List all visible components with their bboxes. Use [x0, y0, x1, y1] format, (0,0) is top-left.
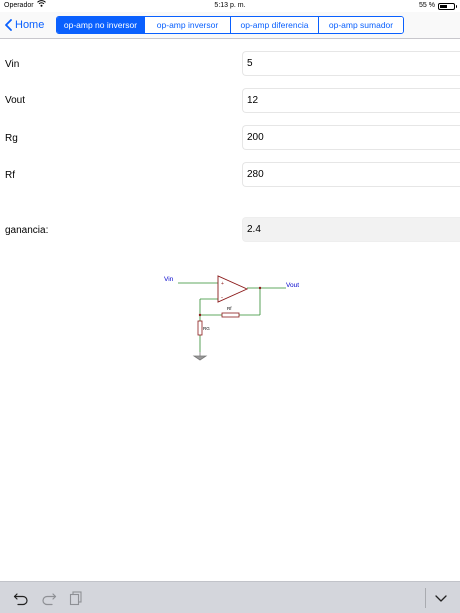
- ganancia-label: ganancia:: [5, 225, 49, 236]
- circuit-wires: [178, 282, 286, 352]
- segment-op-amp-diferencia[interactable]: op-amp diferencia: [231, 17, 319, 33]
- non-inverting-opamp-circuit-diagram: + - Vin Vout Rf RG: [164, 275, 299, 361]
- vin-label: Vin: [5, 59, 20, 70]
- rg-resistor: [197, 320, 203, 336]
- segment-op-amp-no-inversor[interactable]: op-amp no inversor: [57, 17, 145, 33]
- paste-icon[interactable]: [68, 590, 84, 606]
- segment-op-amp-inversor[interactable]: op-amp inversor: [145, 17, 231, 33]
- rg-input[interactable]: [242, 125, 460, 150]
- battery-fill: [440, 4, 448, 8]
- chevron-down-icon[interactable]: [433, 590, 449, 606]
- rf-circuit-label: Rf: [227, 306, 232, 311]
- vout-circuit-label: Vout: [286, 282, 299, 289]
- opamp-minus-sign: -: [221, 295, 223, 301]
- rf-resistor: [221, 312, 240, 318]
- status-bar: Operador 5:13 p. m. 55 %: [0, 0, 460, 12]
- back-button-label: Home: [15, 19, 45, 31]
- rf-label: Rf: [5, 170, 15, 181]
- toolbar-divider: [425, 588, 426, 608]
- status-time: 5:13 p. m.: [214, 2, 246, 9]
- vout-input[interactable]: [242, 88, 460, 113]
- rg-label: Rg: [5, 133, 18, 144]
- back-button[interactable]: Home: [5, 16, 44, 34]
- opamp-plus-sign: +: [221, 281, 224, 287]
- vin-input[interactable]: [242, 51, 460, 76]
- segment-op-amp-sumador[interactable]: op-amp sumador: [319, 17, 403, 33]
- chevron-left-icon: [5, 19, 12, 31]
- vout-label: Vout: [5, 95, 26, 106]
- circuit-type-segmented-control: op-amp no inversor op-amp inversor op-am…: [56, 16, 404, 34]
- battery-icon: [438, 2, 457, 10]
- rg-circuit-label: RG: [203, 326, 210, 331]
- vin-circuit-label: Vin: [164, 276, 174, 283]
- rf-input[interactable]: [242, 162, 460, 187]
- keyboard-shortcut-bar: [0, 581, 460, 613]
- battery-percent: 55 %: [419, 2, 435, 9]
- status-right: 55 %: [419, 0, 457, 12]
- undo-icon[interactable]: [13, 590, 29, 606]
- junction-dot-left: [198, 313, 202, 317]
- ganancia-output: [242, 217, 460, 242]
- redo-icon[interactable]: [41, 590, 57, 606]
- ground-icon: [192, 352, 208, 361]
- navigation-bar: Home op-amp no inversor op-amp inversor …: [0, 12, 460, 39]
- junction-dot-output: [258, 286, 262, 290]
